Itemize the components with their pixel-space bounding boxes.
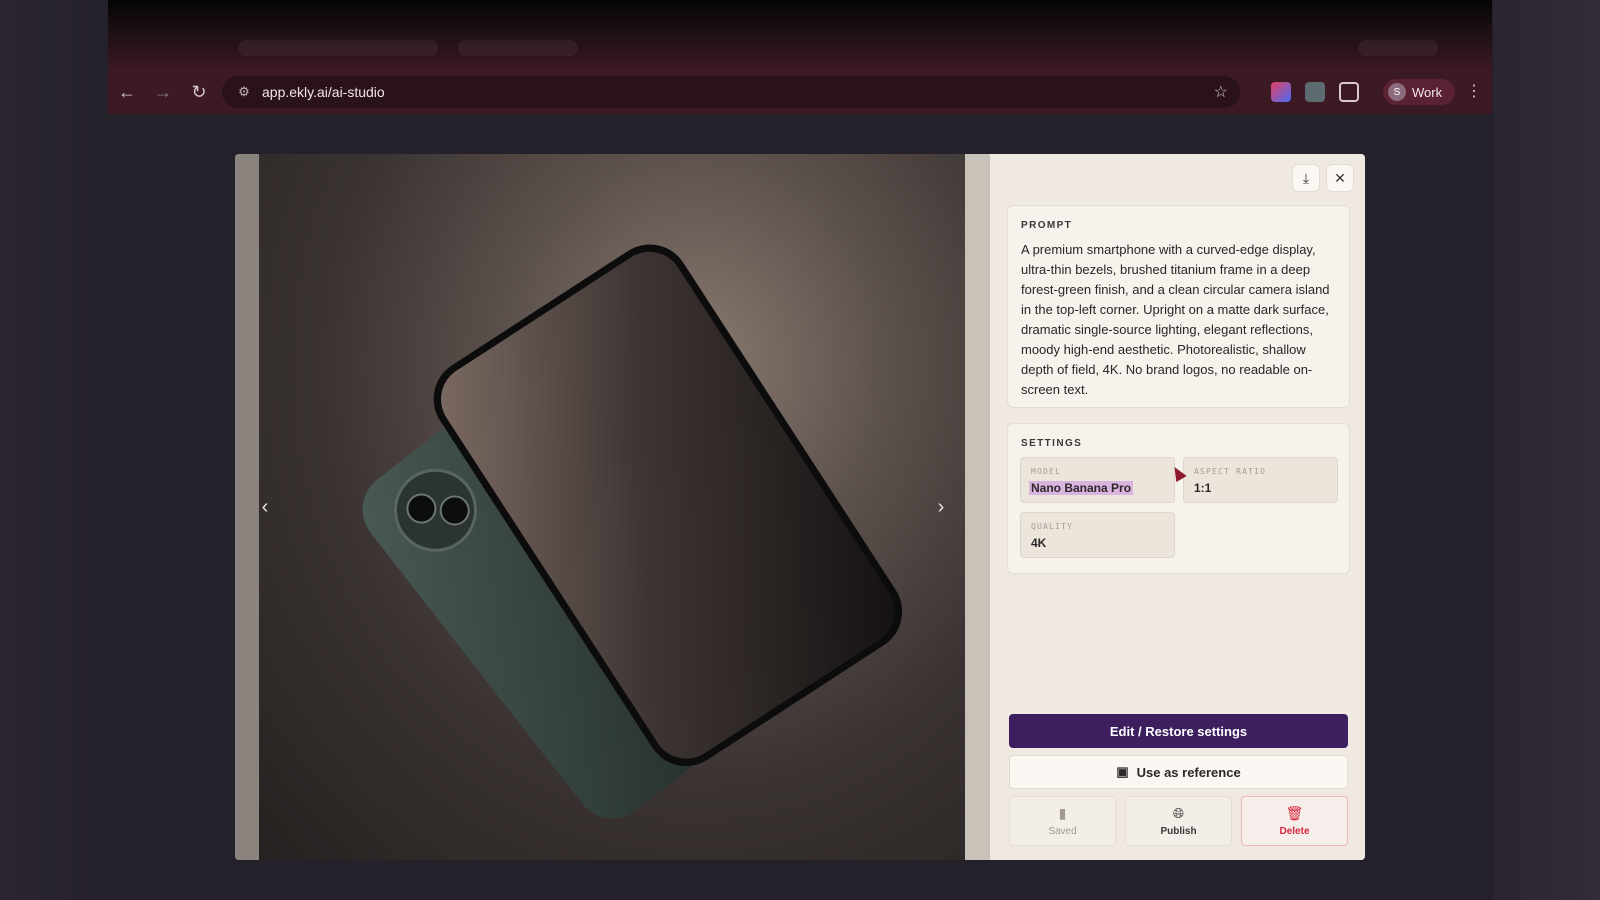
puzzle-icon[interactable]: [1339, 82, 1359, 102]
use-as-reference-button[interactable]: ▣ Use as reference: [1009, 755, 1348, 789]
image-pane: ‹ ›: [235, 154, 990, 860]
bookmark-star-icon[interactable]: ☆: [1214, 82, 1228, 102]
url-text[interactable]: app.ekly.ai/ai-studio: [262, 84, 385, 100]
extension-icon[interactable]: [1305, 82, 1325, 102]
reload-icon[interactable]: ↻: [182, 75, 216, 109]
smartphone-illustration: [362, 244, 903, 819]
details-panel: ⤓ ✕ PROMPT A premium smartphone with a c…: [990, 154, 1365, 860]
trash-icon: 🗑︎: [1285, 805, 1304, 821]
use-as-reference-label: Use as reference: [1136, 764, 1241, 780]
generated-image: [259, 154, 965, 860]
tab-blurred[interactable]: [1358, 40, 1438, 56]
delete-button[interactable]: 🗑︎ Delete: [1241, 796, 1348, 846]
model-field: MODEL Nano Banana Pro: [1020, 457, 1175, 503]
download-icon[interactable]: ⤓: [1292, 164, 1320, 192]
quality-label: QUALITY: [1031, 522, 1074, 531]
profile-label: Work: [1412, 84, 1443, 100]
address-bar[interactable]: ⚙ app.ekly.ai/ai-studio ☆: [222, 76, 1240, 108]
close-icon[interactable]: ✕: [1326, 164, 1354, 192]
menu-kebab-icon[interactable]: ⋮: [1464, 81, 1484, 101]
back-icon[interactable]: ←: [110, 75, 144, 109]
tab-strip: [108, 0, 1492, 70]
extension-icon[interactable]: [1271, 82, 1291, 102]
quality-value: 4K: [1031, 536, 1047, 550]
settings-heading: SETTINGS: [1021, 438, 1083, 449]
publish-label: Publish: [1160, 826, 1197, 837]
delete-label: Delete: [1279, 826, 1310, 837]
image-detail-modal: ‹ › ⤓ ✕ PROMPT A premium smartphone with…: [235, 154, 1365, 860]
edit-restore-settings-button[interactable]: Edit / Restore settings: [1009, 714, 1348, 748]
tab-blurred[interactable]: [458, 40, 578, 56]
avatar: S: [1388, 83, 1406, 101]
site-settings-icon[interactable]: ⚙: [230, 84, 258, 100]
globe-icon: 🌐︎: [1172, 805, 1185, 821]
aspect-ratio-field: ASPECT RATIO 1:1: [1183, 457, 1338, 503]
forward-icon[interactable]: →: [146, 75, 180, 109]
saved-button[interactable]: ▮ Saved: [1009, 796, 1116, 846]
prompt-heading: PROMPT: [1021, 220, 1073, 231]
aspect-ratio-value: 1:1: [1194, 481, 1212, 495]
prompt-card: PROMPT A premium smartphone with a curve…: [1007, 205, 1350, 408]
saved-label: Saved: [1048, 826, 1077, 837]
tab-blurred[interactable]: [238, 40, 438, 56]
aspect-ratio-label: ASPECT RATIO: [1194, 467, 1267, 476]
quality-field: QUALITY 4K: [1020, 512, 1175, 558]
profile-button[interactable]: S Work: [1383, 79, 1455, 105]
model-label: MODEL: [1031, 467, 1062, 476]
model-value: Nano Banana Pro: [1029, 481, 1134, 495]
image-add-icon: ▣: [1116, 764, 1129, 779]
bookmark-icon: ▮: [1058, 805, 1067, 821]
settings-card: SETTINGS MODEL Nano Banana Pro ASPECT RA…: [1007, 423, 1350, 574]
prompt-text: A premium smartphone with a curved-edge …: [1021, 242, 1330, 397]
chevron-left-icon[interactable]: ‹: [253, 492, 277, 522]
publish-button[interactable]: 🌐︎ Publish: [1125, 796, 1232, 846]
chevron-right-icon[interactable]: ›: [929, 492, 953, 522]
pane-edge: [965, 154, 990, 860]
